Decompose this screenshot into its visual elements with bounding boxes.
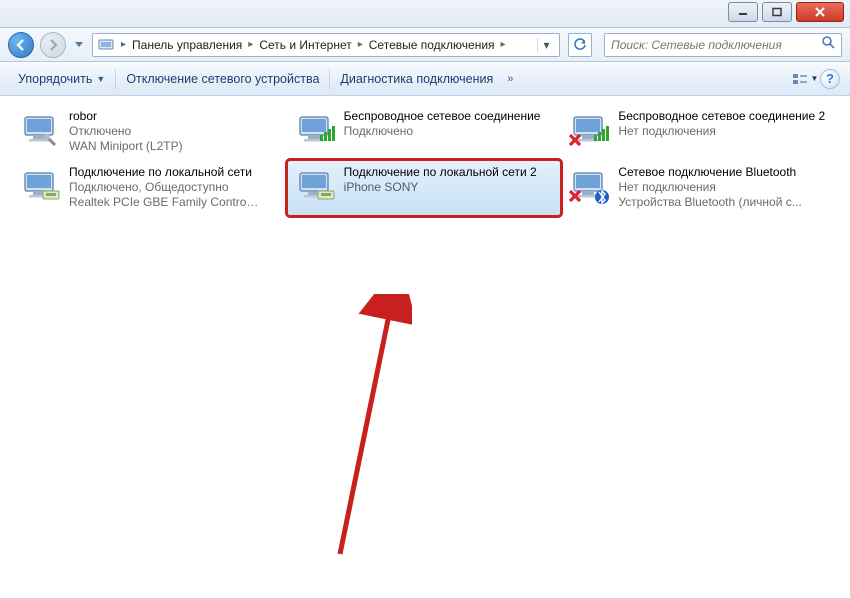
toolbar-overflow[interactable]: » (501, 73, 519, 85)
address-bar: ▸ Панель управления ▸ Сеть и Интернет ▸ … (0, 28, 850, 62)
chevron-down-icon: ▼ (96, 74, 105, 84)
view-options-button[interactable]: ▼ (792, 67, 818, 91)
forward-button[interactable] (40, 32, 66, 58)
breadcrumb[interactable]: ▸ Панель управления ▸ Сеть и Интернет ▸ … (92, 33, 560, 57)
connection-icon (294, 109, 338, 153)
connection-icon (568, 109, 612, 153)
connections-grid: roborОтключеноWAN Miniport (L2TP) Беспров… (4, 96, 844, 224)
separator (115, 69, 116, 89)
help-button[interactable]: ? (820, 69, 840, 89)
breadcrumb-dropdown[interactable]: ▾ (537, 38, 555, 52)
chevron-right-icon: ▸ (356, 39, 365, 50)
connection-detail: Устройства Bluetooth (личной с... (618, 195, 801, 210)
connection-icon (568, 165, 612, 209)
connection-icon (19, 109, 63, 153)
toolbar: Упорядочить ▼ Отключение сетевого устройс… (0, 62, 850, 96)
diagnose-label: Диагностика подключения (340, 72, 493, 86)
connection-name: Подключение по локальной сети (69, 165, 259, 180)
connection-text: Сетевое подключение BluetoothНет подключ… (618, 165, 801, 210)
connection-name: robor (69, 109, 183, 124)
connection-item[interactable]: roborОтключеноWAN Miniport (L2TP) (12, 104, 287, 160)
connection-name: Подключение по локальной сети 2 (344, 165, 537, 180)
refresh-button[interactable] (568, 33, 592, 57)
connection-name: Сетевое подключение Bluetooth (618, 165, 801, 180)
chevron-right-icon: ▸ (119, 39, 128, 50)
connection-item[interactable]: Беспроводное сетевое соединение 2Нет под… (561, 104, 836, 160)
search-icon[interactable] (821, 35, 835, 54)
maximize-button[interactable] (762, 2, 792, 22)
titlebar (0, 0, 850, 28)
connection-item[interactable]: Сетевое подключение BluetoothНет подключ… (561, 160, 836, 216)
disable-label: Отключение сетевого устройства (126, 72, 319, 86)
connection-text: Беспроводное сетевое соединениеПодключен… (344, 109, 541, 139)
connection-item[interactable]: Беспроводное сетевое соединениеПодключен… (287, 104, 562, 160)
connection-name: Беспроводное сетевое соединение 2 (618, 109, 825, 124)
breadcrumb-seg-1[interactable]: Сеть и Интернет (255, 38, 355, 52)
connection-detail: WAN Miniport (L2TP) (69, 139, 183, 154)
connection-detail: iPhone SONY (344, 180, 534, 195)
connection-status: Отключено (69, 124, 183, 139)
connection-text: Подключение по локальной сетиПодключено,… (69, 165, 259, 210)
connection-text: Подключение по локальной сети 2iPhone SO… (344, 165, 537, 195)
diagnose-button[interactable]: Диагностика подключения (332, 68, 501, 90)
connection-status: Подключено, Общедоступно (69, 180, 259, 195)
connection-item[interactable]: Подключение по локальной сетиПодключено,… (12, 160, 287, 216)
connection-status: Нет подключения (618, 180, 801, 195)
breadcrumb-seg-0[interactable]: Панель управления (128, 38, 246, 52)
connection-status: Подключено (344, 124, 541, 139)
search-input[interactable] (611, 38, 821, 52)
close-button[interactable] (796, 2, 844, 22)
breadcrumb-seg-2[interactable]: Сетевые подключения (365, 38, 499, 52)
view-icon: ▼ (792, 72, 819, 86)
connection-icon (294, 165, 338, 209)
connection-detail: Realtek PCIe GBE Family Controller (69, 195, 259, 210)
annotation-arrow (252, 294, 412, 574)
minimize-button[interactable] (728, 2, 758, 22)
disable-device-button[interactable]: Отключение сетевого устройства (118, 68, 327, 90)
organize-menu[interactable]: Упорядочить ▼ (10, 68, 113, 90)
connection-text: Беспроводное сетевое соединение 2Нет под… (618, 109, 825, 139)
connection-status: Нет подключения (618, 124, 825, 139)
network-folder-icon (97, 36, 115, 54)
chevron-right-icon: ▸ (246, 39, 255, 50)
window-controls (728, 2, 844, 22)
chevron-right-icon: ▸ (499, 39, 508, 50)
back-button[interactable] (8, 32, 34, 58)
nav-history-dropdown[interactable] (72, 32, 86, 58)
content-area: roborОтключеноWAN Miniport (L2TP) Беспров… (4, 96, 844, 592)
connection-name: Беспроводное сетевое соединение (344, 109, 541, 124)
connection-text: roborОтключеноWAN Miniport (L2TP) (69, 109, 183, 154)
organize-label: Упорядочить (18, 72, 92, 86)
connection-icon (19, 165, 63, 209)
search-box[interactable] (604, 33, 842, 57)
separator (329, 69, 330, 89)
connection-item[interactable]: Подключение по локальной сети 2iPhone SO… (287, 160, 562, 216)
